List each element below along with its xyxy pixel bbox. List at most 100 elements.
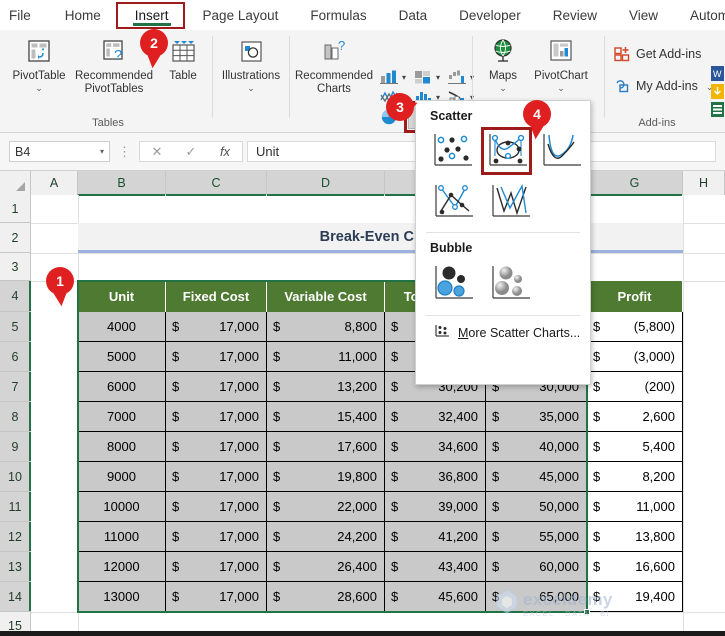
cell-unit-row-14[interactable]: 13000 (78, 582, 166, 612)
scatter-straight-lines-and-markers-option[interactable] (426, 178, 480, 226)
column-header-c[interactable]: C (166, 171, 267, 196)
check-icon[interactable]: ✓ (174, 144, 208, 160)
table-header-profit[interactable]: Profit (587, 281, 683, 312)
column-header-b[interactable]: B (78, 171, 166, 196)
tab-file[interactable]: File (0, 4, 40, 27)
row-header-3[interactable]: 3 (0, 253, 31, 281)
scatter-markers-only-option[interactable] (426, 127, 478, 175)
cell-unit-row-6[interactable]: 5000 (78, 342, 166, 372)
row-header-7[interactable]: 7 (0, 372, 31, 402)
tab-insert[interactable]: Insert (126, 4, 178, 27)
cell-profit-row-9[interactable]: $5,400 (587, 432, 683, 462)
table-header-variable-cost[interactable]: Variable Cost (267, 281, 385, 312)
table-header-unit[interactable]: Unit (78, 281, 166, 312)
tab-page-layout[interactable]: Page Layout (194, 4, 288, 27)
hierarchy-chart-chevron-down-icon[interactable]: ▾ (436, 73, 440, 82)
row-header-12[interactable]: 12 (0, 522, 31, 552)
cell-profit-row-7[interactable]: $ (200) (587, 372, 683, 402)
cell-unit-row-5[interactable]: 4000 (78, 312, 166, 342)
cell-profit-row-8[interactable]: $2,600 (587, 402, 683, 432)
maps-chevron-down-icon[interactable]: ⌄ (499, 83, 507, 92)
tab-automate[interactable]: Automate (681, 4, 725, 27)
recommended-charts-button[interactable]: ? Recommended Charts (294, 34, 374, 95)
formula-bar-grip[interactable]: ⋮ (118, 144, 131, 160)
cell-variable-cost-row-11[interactable]: $22,000 (267, 492, 385, 522)
illustrations-button[interactable]: Illustrations ⌄ (218, 34, 284, 92)
cell-fixed-cost-row-10[interactable]: $17,000 (166, 462, 267, 492)
pivotchart-chevron-down-icon[interactable]: ⌄ (557, 83, 565, 92)
cell-total-cost-row-10[interactable]: $36,800 (385, 462, 486, 492)
cell-fixed-cost-row-6[interactable]: $17,000 (166, 342, 267, 372)
row-header-5[interactable]: 5 (0, 312, 31, 342)
cell-variable-cost-row-6[interactable]: $11,000 (267, 342, 385, 372)
download-addin-icon[interactable] (711, 84, 724, 99)
cell-profit-row-6[interactable]: $ (3,000) (587, 342, 683, 372)
cell-unit-row-10[interactable]: 9000 (78, 462, 166, 492)
row-header-2[interactable]: 2 (0, 223, 31, 253)
cancel-icon[interactable]: ✕ (140, 144, 174, 160)
fx-icon[interactable]: fx (208, 144, 242, 159)
cell-variable-cost-row-12[interactable]: $24,200 (267, 522, 385, 552)
tab-view[interactable]: View (620, 4, 667, 27)
cell-total-cost-row-12[interactable]: $41,200 (385, 522, 486, 552)
cell-variable-cost-row-10[interactable]: $19,800 (267, 462, 385, 492)
cell-unit-row-11[interactable]: 10000 (78, 492, 166, 522)
cell-variable-cost-row-13[interactable]: $26,400 (267, 552, 385, 582)
hierarchy-chart-button[interactable]: ▾ (412, 67, 440, 87)
cell-unit-row-7[interactable]: 6000 (78, 372, 166, 402)
tab-developer[interactable]: Developer (450, 4, 530, 27)
tab-formulas[interactable]: Formulas (301, 4, 375, 27)
name-box-chevron-down-icon[interactable]: ▾ (100, 147, 104, 156)
cell-variable-cost-row-9[interactable]: $17,600 (267, 432, 385, 462)
cell-unit-row-9[interactable]: 8000 (78, 432, 166, 462)
cell-unit-row-13[interactable]: 12000 (78, 552, 166, 582)
column-header-d[interactable]: D (267, 171, 385, 196)
row-header-4[interactable]: 4 (0, 281, 31, 312)
cell-fixed-cost-row-11[interactable]: $17,000 (166, 492, 267, 522)
cell-revenue-row-10[interactable]: $45,000 (486, 462, 587, 492)
row-header-11[interactable]: 11 (0, 492, 31, 522)
cell-fixed-cost-row-5[interactable]: $17,000 (166, 312, 267, 342)
tab-review[interactable]: Review (544, 4, 606, 27)
tab-data[interactable]: Data (390, 4, 437, 27)
bubble-flat-option[interactable] (426, 259, 480, 309)
scatter-smooth-lines-and-markers-option[interactable] (480, 127, 533, 175)
row-header-8[interactable]: 8 (0, 402, 31, 432)
waterfall-chart-button[interactable]: ▾ (446, 67, 474, 87)
column-header-a[interactable]: A (31, 171, 78, 195)
cell-profit-row-11[interactable]: $11,000 (587, 492, 683, 522)
more-scatter-charts-item[interactable]: More Scatter Charts... (416, 316, 590, 341)
word-addin-icon[interactable]: W (711, 66, 724, 81)
name-box[interactable]: B4 ▾ (9, 141, 110, 162)
row-header-13[interactable]: 13 (0, 552, 31, 582)
cell-revenue-row-11[interactable]: $50,000 (486, 492, 587, 522)
pivottable-button[interactable]: PivotTable ⌄ (8, 34, 70, 92)
row-header-6[interactable]: 6 (0, 342, 31, 372)
cell-profit-row-12[interactable]: $13,800 (587, 522, 683, 552)
cell-unit-row-8[interactable]: 7000 (78, 402, 166, 432)
cell-profit-row-13[interactable]: $16,600 (587, 552, 683, 582)
my-addins-button[interactable]: My Add-ins ⌄ (612, 78, 713, 94)
cell-revenue-row-9[interactable]: $40,000 (486, 432, 587, 462)
scatter-straight-lines-option[interactable] (483, 178, 537, 226)
scatter-smooth-lines-option[interactable] (535, 127, 587, 175)
cell-total-cost-row-9[interactable]: $34,600 (385, 432, 486, 462)
cell-fixed-cost-row-7[interactable]: $17,000 (166, 372, 267, 402)
maps-button[interactable]: Maps ⌄ (478, 34, 528, 92)
illustrations-chevron-down-icon[interactable]: ⌄ (247, 83, 255, 92)
cell-revenue-row-8[interactable]: $35,000 (486, 402, 587, 432)
cell-revenue-row-12[interactable]: $55,000 (486, 522, 587, 552)
cell-fixed-cost-row-8[interactable]: $17,000 (166, 402, 267, 432)
cell-variable-cost-row-8[interactable]: $15,400 (267, 402, 385, 432)
bubble-3d-option[interactable] (483, 259, 537, 309)
cell-variable-cost-row-5[interactable]: $8,800 (267, 312, 385, 342)
row-header-10[interactable]: 10 (0, 462, 31, 492)
column-chart-button[interactable]: ▾ (378, 67, 406, 87)
row-header-1[interactable]: 1 (0, 195, 31, 223)
cell-revenue-row-13[interactable]: $60,000 (486, 552, 587, 582)
cell-total-cost-row-13[interactable]: $43,400 (385, 552, 486, 582)
cell-unit-row-12[interactable]: 11000 (78, 522, 166, 552)
cell-profit-row-5[interactable]: $ (5,800) (587, 312, 683, 342)
excel-addin-icon[interactable] (711, 102, 724, 117)
column-chart-chevron-down-icon[interactable]: ▾ (402, 73, 406, 82)
